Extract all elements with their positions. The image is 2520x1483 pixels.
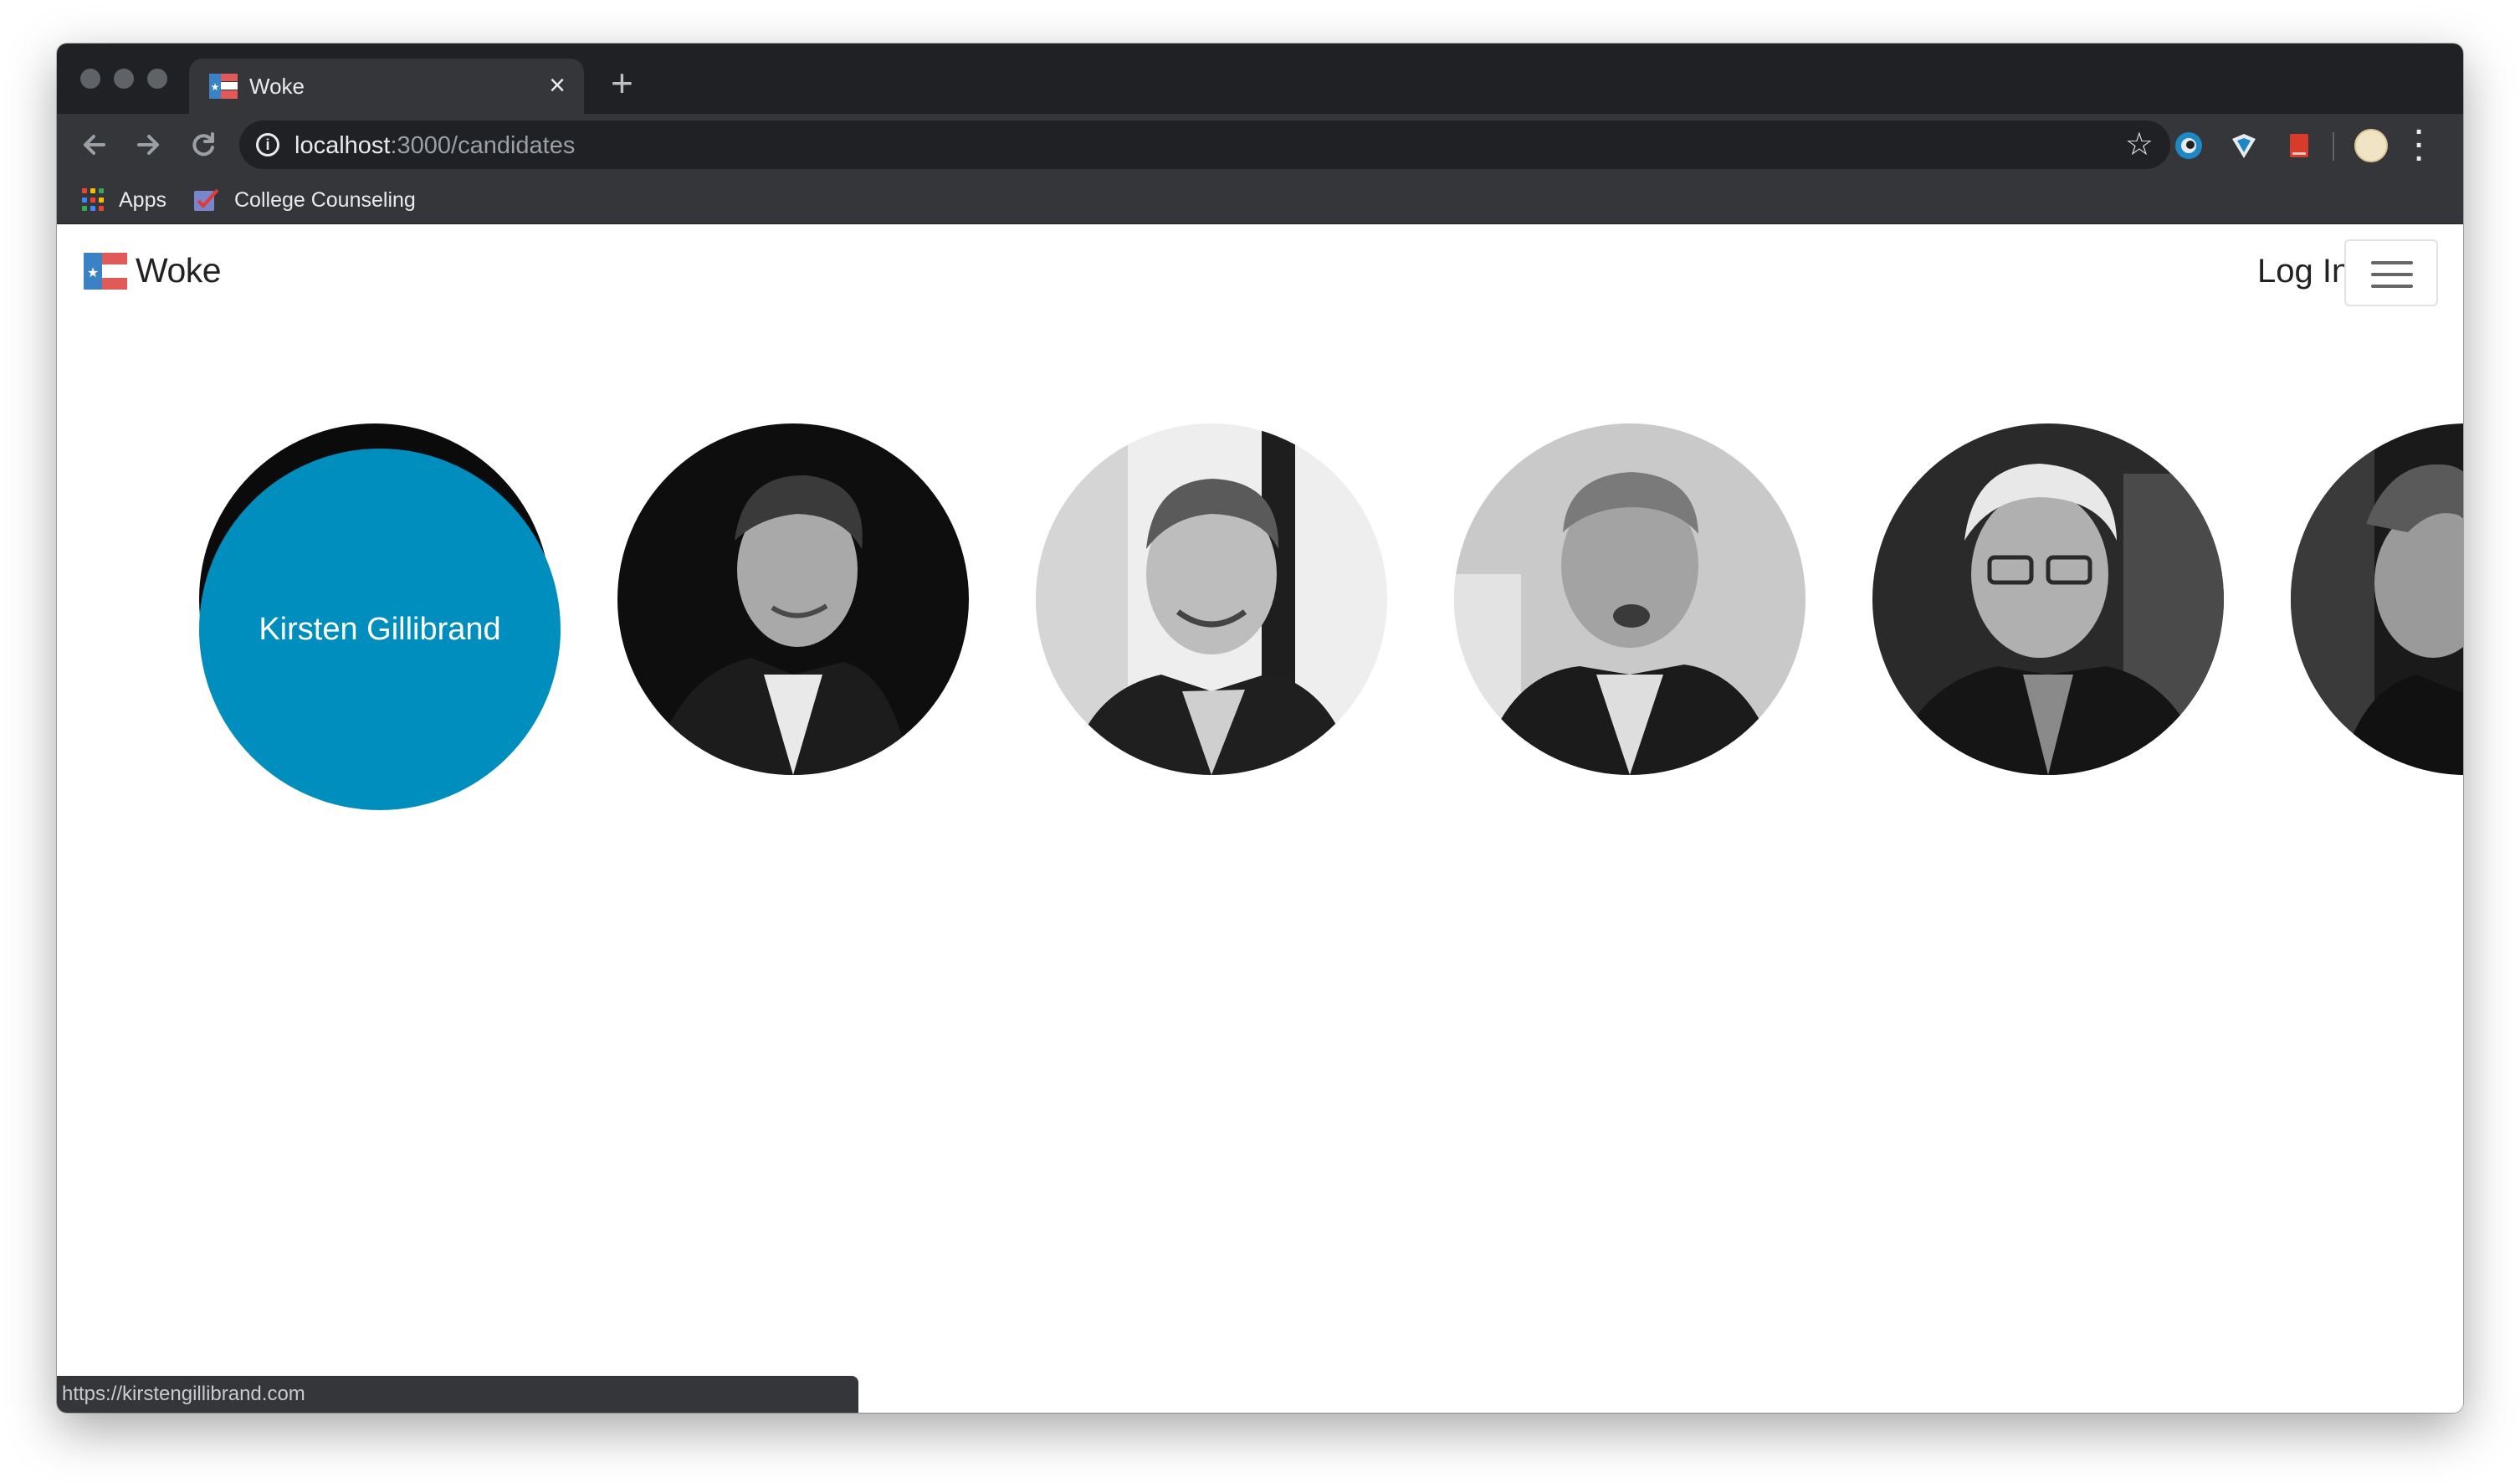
- bookmark-college-counseling[interactable]: College Counseling: [192, 186, 416, 214]
- candidate-name-overlay[interactable]: Kirsten Gillibrand: [199, 449, 561, 810]
- svg-text:★: ★: [211, 81, 220, 93]
- status-bubble: https://kirstengillibrand.com: [57, 1376, 858, 1413]
- new-tab-button[interactable]: +: [611, 62, 633, 104]
- toolbar-separator: [2333, 132, 2334, 161]
- bookmark-label: College Counseling: [234, 187, 416, 212]
- candidate-card[interactable]: [1454, 423, 1805, 775]
- candidate-card[interactable]: [617, 423, 969, 775]
- candidate-photo: [1036, 423, 1387, 775]
- tab-title: Woke: [249, 74, 305, 99]
- tab-woke[interactable]: ★ Woke ×: [189, 59, 584, 114]
- url-host: localhost: [295, 132, 391, 159]
- menu-icon[interactable]: · · ·: [2411, 118, 2428, 173]
- candidate-carousel: Kirsten Gillibrand: [57, 224, 2463, 1413]
- maximize-window-button[interactable]: [147, 69, 167, 89]
- apps-grid-icon: [82, 188, 105, 212]
- reload-icon[interactable]: [182, 124, 224, 166]
- bookmarks-bar: Apps College Counseling: [57, 176, 2463, 224]
- url-text[interactable]: localhost:3000/candidates: [295, 132, 575, 160]
- candidate-photo: [1454, 423, 1805, 775]
- tab-close-icon[interactable]: ×: [549, 69, 566, 102]
- profile-avatar[interactable]: [2354, 129, 2388, 162]
- candidate-photo: [617, 423, 969, 775]
- status-url: https://kirstengillibrand.com: [62, 1383, 305, 1405]
- candidate-photo: [1872, 423, 2224, 775]
- address-bar[interactable]: i localhost:3000/candidates ☆: [239, 121, 2170, 169]
- minimize-window-button[interactable]: [114, 69, 134, 89]
- forward-icon[interactable]: [127, 124, 169, 166]
- candidate-photo: [2291, 423, 2463, 775]
- extension-book-icon[interactable]: [2284, 131, 2314, 161]
- tab-strip: ★ Woke × +: [57, 44, 2463, 114]
- candidate-name: Kirsten Gillibrand: [259, 612, 501, 647]
- flag-favicon-icon: ★: [209, 74, 238, 99]
- extension-eye-icon[interactable]: [2174, 131, 2204, 161]
- bookmark-apps[interactable]: Apps: [82, 186, 166, 214]
- info-icon[interactable]: i: [256, 133, 279, 157]
- page-content: ★ Woke Log In Kirsten Gillibrand https:/…: [57, 224, 2463, 1413]
- extension-shield-icon[interactable]: [2229, 131, 2259, 161]
- close-window-button[interactable]: [80, 69, 100, 89]
- candidate-card-hovered[interactable]: Kirsten Gillibrand: [199, 423, 564, 810]
- back-icon[interactable]: [74, 124, 115, 166]
- bookmark-label: Apps: [119, 187, 166, 212]
- bookmark-star-icon[interactable]: ☆: [2125, 126, 2154, 163]
- browser-toolbar: i localhost:3000/candidates ☆ · · ·: [57, 114, 2463, 176]
- candidate-card[interactable]: [2291, 423, 2463, 775]
- candidate-card[interactable]: [1872, 423, 2224, 775]
- checkbox-icon: [194, 188, 219, 211]
- browser-window: ★ Woke × + i localhost:3000/candidates ☆: [57, 44, 2463, 1413]
- url-path: :3000/candidates: [390, 132, 576, 159]
- candidate-card[interactable]: [1036, 423, 1387, 775]
